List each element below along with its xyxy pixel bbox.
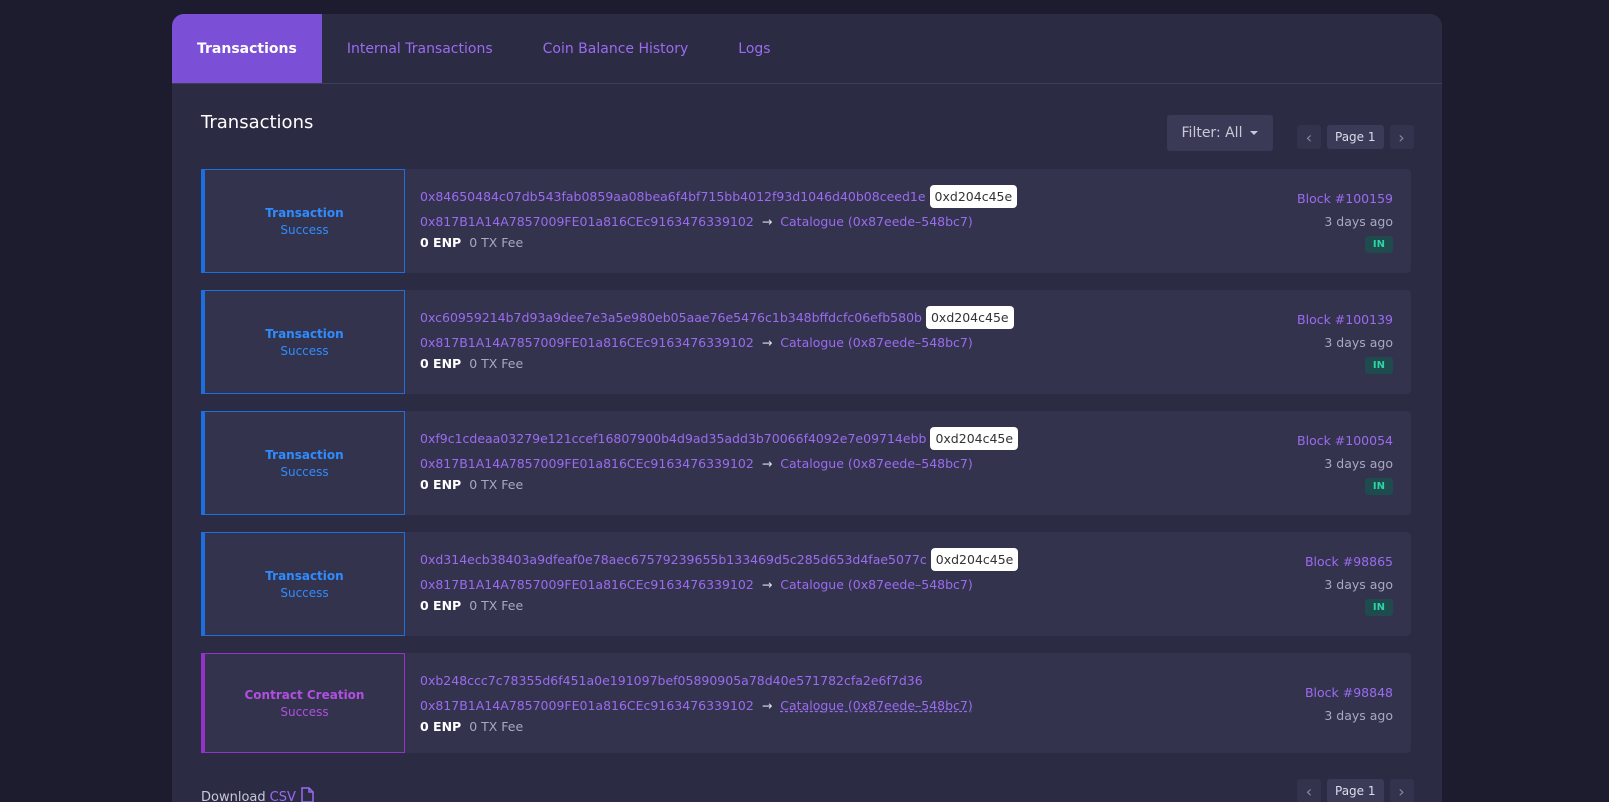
direction-badge: IN bbox=[1364, 236, 1393, 253]
csv-link[interactable]: CSV bbox=[270, 790, 296, 802]
chevron-left-icon[interactable]: ‹ bbox=[1297, 779, 1321, 802]
method-badge: 0xd204c45e bbox=[930, 547, 1019, 571]
file-icon[interactable] bbox=[300, 787, 314, 802]
direction-badge: IN bbox=[1364, 357, 1393, 374]
transaction-value: 0 ENP bbox=[420, 719, 462, 734]
transaction-value: 0 ENP bbox=[420, 477, 462, 492]
pagination-top: ‹ Page 1 › bbox=[1297, 125, 1414, 149]
transaction-age: 3 days ago bbox=[1324, 214, 1393, 229]
transaction-status: Transaction Success bbox=[201, 290, 405, 394]
block-link[interactable]: Block #100139 bbox=[1297, 312, 1393, 327]
from-address-link[interactable]: 0x817B1A14A7857009FE01a816CEc91634763391… bbox=[420, 214, 754, 229]
to-contract-link[interactable]: Catalogue (0x87eede–548bc7) bbox=[780, 335, 972, 350]
transaction-type: Transaction bbox=[265, 205, 344, 220]
transaction-row: Transaction Success 0x84650484c07db543fa… bbox=[201, 169, 1411, 273]
transaction-status: Transaction Success bbox=[201, 532, 405, 636]
transaction-row: Transaction Success 0xc60959214b7d93a9de… bbox=[201, 290, 1411, 394]
from-address-link[interactable]: 0x817B1A14A7857009FE01a816CEc91634763391… bbox=[420, 335, 754, 350]
transaction-type: Transaction bbox=[265, 447, 344, 462]
section-title: Transactions bbox=[201, 112, 314, 133]
block-link[interactable]: Block #100054 bbox=[1297, 433, 1393, 448]
transaction-type: Contract Creation bbox=[244, 687, 365, 702]
transaction-fee: 0 TX Fee bbox=[469, 598, 524, 613]
transaction-fee: 0 TX Fee bbox=[469, 719, 524, 734]
download-label: Download bbox=[201, 789, 266, 802]
tab-internal-transactions[interactable]: Internal Transactions bbox=[322, 14, 518, 83]
tab-coin-balance-history[interactable]: Coin Balance History bbox=[518, 14, 714, 83]
arrow-right-icon: → bbox=[761, 456, 773, 471]
transaction-hash-link[interactable]: 0xf9c1cdeaa03279e121ccef16807900b4d9ad35… bbox=[420, 431, 926, 446]
transaction-result: Success bbox=[280, 464, 329, 479]
arrow-right-icon: → bbox=[761, 698, 773, 713]
transaction-result: Success bbox=[280, 585, 329, 600]
arrow-right-icon: → bbox=[761, 335, 773, 350]
created-contract-link[interactable]: Catalogue (0x87eede–548bc7) bbox=[780, 698, 972, 713]
transaction-value: 0 ENP bbox=[420, 235, 462, 250]
from-address-link[interactable]: 0x817B1A14A7857009FE01a816CEc91634763391… bbox=[420, 698, 754, 713]
transaction-value: 0 ENP bbox=[420, 598, 462, 613]
caret-down-icon bbox=[1250, 131, 1259, 135]
from-address-link[interactable]: 0x817B1A14A7857009FE01a816CEc91634763391… bbox=[420, 577, 754, 592]
block-link[interactable]: Block #100159 bbox=[1297, 191, 1393, 206]
page-indicator: Page 1 bbox=[1327, 779, 1384, 802]
transaction-list: Transaction Success 0x84650484c07db543fa… bbox=[201, 169, 1411, 770]
transaction-type: Transaction bbox=[265, 326, 344, 341]
transaction-result: Success bbox=[280, 704, 329, 719]
transaction-age: 3 days ago bbox=[1324, 577, 1393, 592]
transaction-value: 0 ENP bbox=[420, 356, 462, 371]
arrow-right-icon: → bbox=[761, 577, 773, 592]
transaction-row: Transaction Success 0xd314ecb38403a9dfea… bbox=[201, 532, 1411, 636]
block-link[interactable]: Block #98865 bbox=[1305, 554, 1393, 569]
transaction-row: Transaction Success 0xf9c1cdeaa03279e121… bbox=[201, 411, 1411, 515]
transaction-hash-link[interactable]: 0xd314ecb38403a9dfeaf0e78aec67579239655b… bbox=[420, 552, 927, 567]
filter-label: Filter: All bbox=[1181, 125, 1243, 141]
to-contract-link[interactable]: Catalogue (0x87eede–548bc7) bbox=[780, 577, 972, 592]
transaction-age: 3 days ago bbox=[1324, 708, 1393, 723]
transaction-status: Contract Creation Success bbox=[201, 653, 405, 753]
chevron-left-icon[interactable]: ‹ bbox=[1297, 125, 1321, 149]
page-indicator: Page 1 bbox=[1327, 125, 1384, 149]
transaction-status: Transaction Success bbox=[201, 411, 405, 515]
tab-logs[interactable]: Logs bbox=[713, 14, 795, 83]
to-contract-link[interactable]: Catalogue (0x87eede–548bc7) bbox=[780, 456, 972, 471]
from-address-link[interactable]: 0x817B1A14A7857009FE01a816CEc91634763391… bbox=[420, 456, 754, 471]
to-contract-link[interactable]: Catalogue (0x87eede–548bc7) bbox=[780, 214, 972, 229]
direction-badge: IN bbox=[1364, 599, 1393, 616]
transaction-fee: 0 TX Fee bbox=[469, 356, 524, 371]
method-badge: 0xd204c45e bbox=[925, 305, 1014, 329]
transaction-hash-link[interactable]: 0x84650484c07db543fab0859aa08bea6f4bf715… bbox=[420, 189, 926, 204]
transaction-fee: 0 TX Fee bbox=[469, 235, 524, 250]
transaction-row: Contract Creation Success 0xb248ccc7c783… bbox=[201, 653, 1411, 753]
block-link[interactable]: Block #98848 bbox=[1305, 685, 1393, 700]
address-transactions-card: Transactions Internal Transactions Coin … bbox=[172, 14, 1442, 802]
transaction-age: 3 days ago bbox=[1324, 456, 1393, 471]
transaction-hash-link[interactable]: 0xb248ccc7c78355d6f451a0e191097bef058909… bbox=[420, 673, 923, 688]
tab-bar: Transactions Internal Transactions Coin … bbox=[172, 14, 1442, 84]
transaction-result: Success bbox=[280, 343, 329, 358]
direction-badge: IN bbox=[1364, 478, 1393, 495]
transaction-type: Transaction bbox=[265, 568, 344, 583]
method-badge: 0xd204c45e bbox=[930, 426, 1019, 450]
transaction-fee: 0 TX Fee bbox=[469, 477, 524, 492]
transaction-status: Transaction Success bbox=[201, 169, 405, 273]
chevron-right-icon[interactable]: › bbox=[1389, 125, 1414, 149]
transaction-result: Success bbox=[280, 222, 329, 237]
download-csv: Download CSV bbox=[201, 787, 314, 802]
arrow-right-icon: → bbox=[761, 214, 773, 229]
transaction-age: 3 days ago bbox=[1324, 335, 1393, 350]
tab-transactions[interactable]: Transactions bbox=[172, 14, 322, 83]
method-badge: 0xd204c45e bbox=[929, 184, 1018, 208]
transaction-hash-link[interactable]: 0xc60959214b7d93a9dee7e3a5e980eb05aae76e… bbox=[420, 310, 922, 325]
pagination-bottom: ‹ Page 1 › bbox=[1297, 779, 1414, 802]
filter-dropdown[interactable]: Filter: All bbox=[1167, 115, 1273, 151]
chevron-right-icon[interactable]: › bbox=[1389, 779, 1414, 802]
